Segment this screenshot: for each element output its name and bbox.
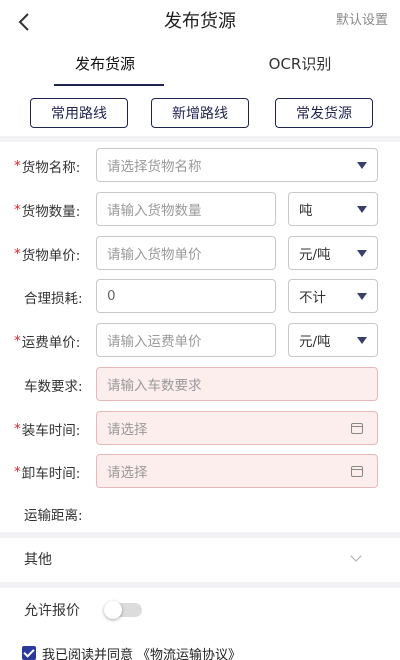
- unload-time-placeholder: 请选择: [107, 465, 148, 481]
- goods-price-input[interactable]: 请输入货物单价: [96, 236, 276, 270]
- unload-time-label: * 卸车时间:: [14, 464, 81, 482]
- app-header: 发布货源 默认设置: [0, 0, 400, 44]
- freight-price-input[interactable]: 请输入运费单价: [96, 323, 276, 357]
- goods-name-label: * 货物名称:: [14, 158, 81, 176]
- agreement-row: 我已阅读并同意 《物流运输协议》: [22, 644, 241, 660]
- truck-count-input[interactable]: 请输入车数要求: [96, 367, 378, 401]
- allow-quote-label: 允许报价: [24, 603, 80, 619]
- row-unload-time: * 卸车时间: 请选择: [0, 454, 400, 490]
- divider: [0, 136, 400, 142]
- freight-price-label: * 运费单价:: [14, 333, 81, 351]
- common-routes-button[interactable]: 常用路线: [30, 98, 128, 128]
- goods-qty-unit-select[interactable]: 吨: [288, 192, 378, 226]
- row-goods-name: * 货物名称: 请选择货物名称: [0, 148, 400, 184]
- loss-input[interactable]: 0: [96, 279, 276, 313]
- load-time-picker[interactable]: 请选择: [96, 411, 378, 445]
- loss-unit-select[interactable]: 不计: [288, 279, 378, 313]
- row-load-time: * 装车时间: 请选择: [0, 411, 400, 447]
- allow-quote-toggle[interactable]: [104, 601, 142, 619]
- tab-bar: 发布货源 OCR识别: [0, 44, 400, 86]
- goods-name-placeholder: 请选择货物名称: [107, 159, 202, 175]
- chevron-left-icon: [18, 13, 29, 31]
- row-goods-qty: * 货物数量: 请输入货物数量 吨: [0, 192, 400, 228]
- calendar-icon: [351, 466, 363, 477]
- caret-down-icon: [357, 162, 367, 169]
- goods-name-select[interactable]: 请选择货物名称: [96, 148, 378, 182]
- caret-down-icon: [357, 250, 367, 257]
- caret-down-icon: [357, 337, 367, 344]
- back-button[interactable]: [12, 8, 36, 36]
- truck-count-label: 车数要求:: [24, 379, 83, 395]
- calendar-icon: [351, 423, 363, 434]
- row-goods-price: * 货物单价: 请输入货物单价 元/吨: [0, 236, 400, 272]
- caret-down-icon: [357, 206, 367, 213]
- row-loss: 合理损耗: 0 不计: [0, 279, 400, 315]
- freight-price-unit-select[interactable]: 元/吨: [288, 323, 378, 357]
- goods-qty-input[interactable]: 请输入货物数量: [96, 192, 276, 226]
- distance-label: 运输距离:: [24, 508, 83, 524]
- goods-price-unit: 元/吨: [299, 247, 331, 263]
- tab-ocr[interactable]: OCR识别: [200, 52, 400, 76]
- goods-qty-label: * 货物数量:: [14, 202, 81, 220]
- row-freight-price: * 运费单价: 请输入运费单价 元/吨: [0, 323, 400, 359]
- goods-qty-unit: 吨: [299, 203, 313, 219]
- unload-time-picker[interactable]: 请选择: [96, 454, 378, 488]
- toggle-knob: [104, 601, 122, 619]
- load-time-label: * 装车时间:: [14, 421, 81, 439]
- load-time-placeholder: 请选择: [107, 422, 148, 438]
- frequent-cargo-button[interactable]: 常发货源: [275, 98, 373, 128]
- loss-unit: 不计: [299, 290, 326, 306]
- add-route-button[interactable]: 新增路线: [151, 98, 249, 128]
- row-truck-count: 车数要求: 请输入车数要求: [0, 367, 400, 403]
- goods-price-label: * 货物单价:: [14, 246, 81, 264]
- caret-down-icon: [357, 293, 367, 300]
- other-label: 其他: [24, 552, 52, 568]
- allow-quote-row: 允许报价: [0, 592, 400, 628]
- tab-publish[interactable]: 发布货源: [10, 52, 200, 76]
- chevron-down-icon: [350, 550, 362, 562]
- divider: [0, 582, 400, 588]
- agreement-checkbox[interactable]: [22, 646, 36, 660]
- agreement-link[interactable]: 《物流运输协议》: [137, 644, 241, 660]
- agreement-text: 我已阅读并同意: [42, 647, 134, 660]
- freight-price-unit: 元/吨: [299, 334, 331, 350]
- quick-actions: 常用路线 新增路线 常发货源: [0, 86, 400, 138]
- default-settings-link[interactable]: 默认设置: [336, 11, 388, 31]
- other-section-toggle[interactable]: 其他: [0, 538, 400, 580]
- loss-label: 合理损耗:: [24, 291, 83, 307]
- goods-price-unit-select[interactable]: 元/吨: [288, 236, 378, 270]
